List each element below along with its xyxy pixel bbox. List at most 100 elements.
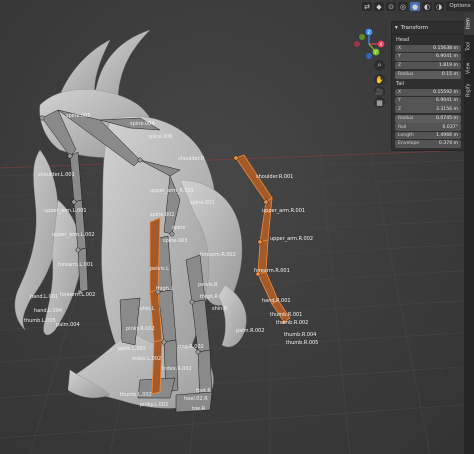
x-axis-label: X	[379, 42, 382, 48]
tail-section-label: Tail	[396, 80, 405, 87]
field-value: 6.9041 m	[435, 98, 458, 104]
field-label: Envelope	[398, 141, 420, 147]
bone-label: spine	[172, 225, 185, 231]
bone-label: palm.L.002	[118, 346, 146, 352]
bone-label: pinky.R.002	[126, 326, 155, 332]
transform-panel: ▾ Transform Head X 0.15638 m Y 6.9041 m Z 1…	[391, 21, 465, 151]
bone-label: shin.R	[212, 306, 228, 312]
field-label: Radius	[398, 72, 414, 78]
bone-label: spine.003	[163, 238, 188, 244]
neg-z-handle[interactable]	[366, 53, 372, 59]
head-section-label: Head	[396, 37, 410, 43]
bone-label: thumb.R.004	[284, 332, 316, 338]
tab-item[interactable]: Item	[464, 13, 474, 35]
camera-icon[interactable]: 🎥	[374, 86, 385, 97]
head-z-field[interactable]: Z 1.819 m	[395, 61, 461, 70]
bone-label: spine.005	[66, 113, 91, 119]
field-label: Radius	[398, 116, 414, 122]
bone-label: upper_arm.R.001	[262, 208, 305, 214]
collapse-chevron-icon[interactable]: ▾	[395, 25, 398, 31]
roll-field[interactable]: Roll 0.037°	[395, 123, 461, 131]
field-value: 0.037°	[442, 124, 458, 130]
bone-label: palm.R.002	[236, 328, 265, 334]
tail-radius-field[interactable]: Radius 0.0745 m	[395, 114, 461, 123]
tab-rigify[interactable]: Rigify	[464, 79, 474, 101]
bone-label: upper_arm.L.001	[44, 208, 87, 214]
bone-label: shoulder.R.001	[256, 174, 293, 180]
field-label: X	[398, 89, 402, 95]
viewport-header-toolbar: ⇄ ◆ ⊙ ◎ ● ◐ ◑ ▾	[362, 0, 456, 13]
head-x-field[interactable]: X 0.15638 m	[395, 44, 461, 53]
field-value: 0.374 m	[438, 141, 458, 147]
neg-y-handle[interactable]	[359, 34, 365, 40]
bone-label: heel.02.R	[184, 396, 208, 402]
bone-label: thumb.L.005	[24, 318, 56, 324]
length-field[interactable]: Length 1.4966 m	[395, 131, 461, 140]
field-label: Y	[398, 98, 401, 104]
field-value: 1.4966 m	[435, 133, 458, 139]
z-axis-label: Z	[367, 30, 370, 36]
y-axis-label: Y	[373, 50, 377, 56]
bone-label: thumb.R.002	[276, 320, 308, 326]
bone-label: pinky.L.002	[140, 402, 168, 408]
field-label: Y	[398, 54, 401, 60]
bone-label: index.R.002	[162, 366, 192, 372]
bone-label: shin.L	[140, 306, 155, 312]
field-value: 0.15638 m	[433, 46, 458, 52]
bone-label: thigh.R	[200, 294, 218, 300]
bone-label: hand.L.001	[30, 294, 58, 300]
3d-viewport[interactable]: spine.005 spine.004 spine.006 shoulder.R…	[0, 0, 474, 454]
overlays-button[interactable]: ◆	[374, 2, 384, 11]
bone-label: upper_arm_R.001	[150, 188, 194, 194]
navigation-gizmo[interactable]: X Z Y	[350, 28, 388, 60]
bone-label: forearm.R.002	[200, 252, 236, 258]
bone-label: pelvis.R	[198, 282, 218, 288]
bone-label: hand.L.004	[34, 308, 62, 314]
field-value: 1.819 m	[438, 62, 458, 68]
wireframe-shading-button[interactable]: ◎	[398, 2, 408, 11]
field-value: 6.9041 m	[435, 54, 458, 60]
neg-x-handle[interactable]	[354, 41, 360, 47]
envelope-field[interactable]: Envelope 0.374 m	[395, 140, 461, 148]
bone-label: spine.002	[150, 212, 175, 218]
xray-button[interactable]: ⊙	[386, 2, 396, 11]
bone-label: thumb.L.002	[120, 392, 152, 398]
bone-label: thumb.R.001	[270, 312, 302, 318]
panel-title: Transform	[400, 25, 429, 31]
rendered-shading-button[interactable]: ◑	[434, 2, 444, 11]
options-dropdown[interactable]: Options	[446, 1, 474, 11]
field-value: 0.0745 m	[435, 116, 458, 122]
field-value: 3.3156 m	[435, 106, 458, 112]
material-shading-button[interactable]: ◐	[422, 2, 432, 11]
bone-label: forearm.L.002	[60, 292, 95, 298]
head-radius-field[interactable]: Radius 0.15 m	[395, 71, 461, 79]
bone-label: forearm.R.001	[254, 268, 290, 274]
head-y-field[interactable]: Y 6.9041 m	[395, 53, 461, 61]
bone-label: index.L.002	[132, 356, 161, 362]
tab-tool[interactable]: Tool	[464, 35, 474, 57]
field-value: 0.15592 m	[433, 89, 458, 95]
field-label: X	[398, 46, 402, 52]
bone-label: thumb.R.005	[286, 340, 318, 346]
hand-icon[interactable]: ✋	[374, 74, 385, 85]
solid-shading-button[interactable]: ●	[410, 2, 420, 11]
bone-label: upper_arm.R.002	[270, 236, 313, 242]
grid-icon[interactable]: ▦	[374, 97, 385, 108]
bone-label: shoulder.R	[178, 156, 205, 162]
tail-y-field[interactable]: Y 6.9041 m	[395, 96, 461, 105]
tail-x-field[interactable]: X 0.15592 m	[395, 88, 461, 97]
transform-panel-header[interactable]: ▾ Transform	[392, 22, 464, 35]
sidebar-tabs: Item Tool View Rigify	[464, 13, 474, 454]
field-label: Z	[398, 106, 402, 112]
bone-label: thigh.L	[156, 286, 173, 292]
bone-label: foot.R	[196, 388, 211, 394]
bone-label: upper_arm.L.002	[52, 232, 95, 238]
field-value: 0.15 m	[441, 72, 458, 78]
tab-view[interactable]: View	[464, 57, 474, 79]
field-label: Roll	[398, 124, 407, 130]
zoom-icon[interactable]: ⌕	[374, 60, 385, 71]
field-label: Length	[398, 133, 414, 139]
show-gizmo-button[interactable]: ⇄	[362, 2, 372, 11]
tail-z-field[interactable]: Z 3.3156 m	[395, 105, 461, 113]
bone-label: hand.R.001	[262, 298, 291, 304]
